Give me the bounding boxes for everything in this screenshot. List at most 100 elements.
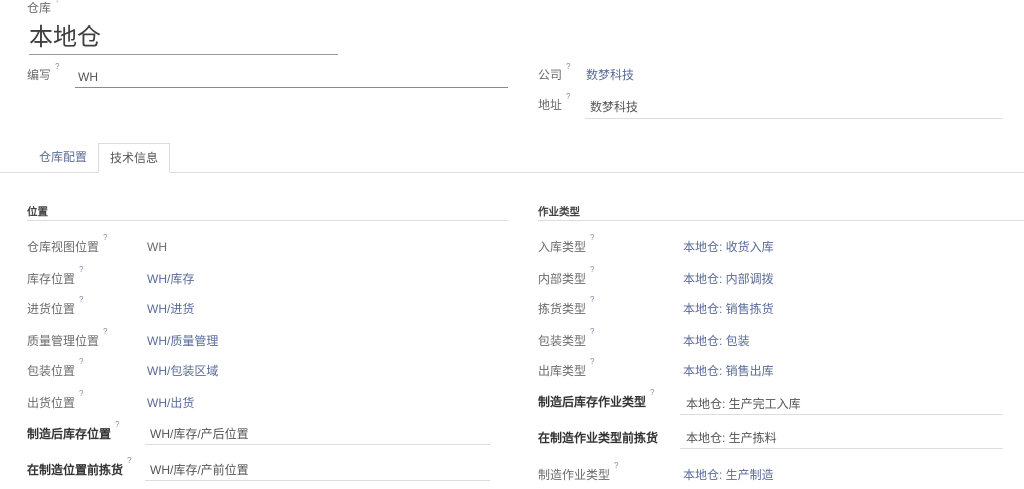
help-icon[interactable]: ? [590,265,594,274]
field-label: 内部类型 [538,272,587,286]
tab-warehouse-config[interactable]: 仓库配置 [28,143,98,173]
field-label-wrap: 拣货类型? [538,296,594,318]
field-label: 在制造作业类型前拣货 [538,431,659,445]
company-label: 公司? [538,63,570,83]
field-value-link[interactable]: 本地仓: 销售出库 [683,362,774,380]
field-label-wrap: 入库类型? [538,234,594,256]
help-icon[interactable]: ? [590,357,594,366]
field-label-wrap: 包装位置? [27,358,83,380]
field-row-stock-location: 库存位置? WH/库存 [27,266,508,288]
field-label: 制造后库存位置 [27,427,112,441]
field-row-pack-type: 包装类型? 本地仓: 包装 [538,328,1024,350]
field-label: 仓库视图位置 [27,240,100,254]
help-icon[interactable]: ? [79,357,83,366]
section-divider [27,220,508,221]
field-label: 质量管理位置 [27,334,100,348]
help-icon[interactable]: ? [103,233,107,242]
code-label-text: 编写 [27,68,52,82]
warehouse-name-input[interactable]: 本地仓 [29,23,338,55]
field-row-post-production-location: 制造后库存位置? WH/库存/产后位置 [27,421,508,445]
help-icon[interactable]: ? [590,233,594,242]
field-value-link[interactable]: WH/出货 [147,394,194,412]
help-icon[interactable]: ? [614,461,618,470]
company-label-text: 公司 [538,68,563,82]
help-icon[interactable]: ? [566,92,570,101]
pre-production-pick-type-input[interactable]: 本地仓: 生产拣料 [680,428,1003,449]
field-label-wrap: 制造后库存位置? [27,421,119,443]
post-production-location-input[interactable]: WH/库存/产后位置 [145,424,490,445]
help-icon[interactable]: ? [590,327,594,336]
field-row-internal-type: 内部类型? 本地仓: 内部调拨 [538,266,1024,288]
field-row-quality-location: 质量管理位置? WH/质量管理 [27,328,508,350]
help-icon[interactable]: ? [590,295,594,304]
field-label-wrap: 包装类型? [538,328,594,350]
address-label-text: 地址 [538,98,563,112]
field-value-link[interactable]: 本地仓: 包装 [683,332,750,350]
code-input[interactable]: WH [75,68,508,88]
section-title-locations: 位置 [27,206,48,218]
help-icon[interactable]: ? [55,62,59,71]
field-label: 出库类型 [538,364,587,378]
field-label: 包装类型 [538,334,587,348]
field-label-wrap: 出货位置? [27,390,83,412]
field-row-delivery-type: 出库类型? 本地仓: 销售出库 [538,358,1024,380]
field-row-output-location: 出货位置? WH/出货 [27,390,508,412]
help-icon[interactable]: ? [127,456,131,465]
warehouse-label: 仓库? [27,0,59,16]
field-row-input-location: 进货位置? WH/进货 [27,296,508,318]
field-value-link[interactable]: WH/库存 [147,270,194,288]
field-label: 拣货类型 [538,302,587,316]
help-icon[interactable]: ? [115,420,119,429]
field-label-wrap: 出库类型? [538,358,594,380]
field-label-wrap: 制造后库存作业类型? [538,389,654,411]
field-label-wrap: 进货位置? [27,296,83,318]
field-row-pre-production-location: 在制造位置前拣货? WH/库存/产前位置 [27,457,508,481]
field-label: 制造后库存作业类型 [538,395,647,409]
field-label: 包装位置 [27,364,76,378]
company-link[interactable]: 数梦科技 [586,67,634,83]
field-row-view-location: 仓库视图位置? WH [27,234,508,256]
field-label: 入库类型 [538,240,587,254]
field-label-wrap: 在制造作业类型前拣货 [538,429,658,447]
help-icon[interactable]: ? [79,295,83,304]
section-divider [538,220,1024,221]
field-row-manufacturing-type: 制造作业类型? 本地仓: 生产制造 [538,462,1024,484]
field-label: 在制造位置前拣货 [27,463,124,477]
address-label: 地址? [538,93,570,113]
field-label-wrap: 制造作业类型? [538,462,618,484]
warehouse-label-text: 仓库 [27,1,52,15]
field-row-pre-production-pick-type: 在制造作业类型前拣货 本地仓: 生产拣料 [538,428,1024,449]
field-value-link[interactable]: 本地仓: 生产制造 [683,466,774,484]
address-input[interactable]: 数梦科技 [585,98,1003,119]
field-row-packing-location: 包装位置? WH/包装区域 [27,358,508,380]
field-label: 库存位置 [27,272,76,286]
field-label-wrap: 仓库视图位置? [27,234,107,256]
field-label: 出货位置 [27,396,76,410]
field-row-pick-type: 拣货类型? 本地仓: 销售拣货 [538,296,1024,318]
pre-production-location-input[interactable]: WH/库存/产前位置 [145,460,490,481]
field-label-wrap: 内部类型? [538,266,594,288]
field-value: WH [147,240,167,254]
tab-technical-info[interactable]: 技术信息 [98,143,170,173]
field-value-link[interactable]: 本地仓: 销售拣货 [683,300,774,318]
field-value-link[interactable]: WH/质量管理 [147,332,218,350]
field-label: 制造作业类型 [538,468,611,482]
field-value-link[interactable]: 本地仓: 收货入库 [683,238,774,256]
help-icon[interactable]: ? [79,265,83,274]
field-label: 进货位置 [27,302,76,316]
help-icon[interactable]: ? [79,389,83,398]
help-icon[interactable]: ? [566,62,570,71]
post-production-type-input[interactable]: 本地仓: 生产完工入库 [680,394,1003,415]
field-label-wrap: 在制造位置前拣货? [27,457,131,479]
field-label-wrap: 库存位置? [27,266,83,288]
field-label-wrap: 质量管理位置? [27,328,107,350]
field-value-link[interactable]: WH/进货 [147,300,194,318]
code-label: 编写? [27,63,59,83]
help-icon[interactable]: ? [650,388,654,397]
help-icon[interactable]: ? [55,0,59,4]
field-row-receipt-type: 入库类型? 本地仓: 收货入库 [538,234,1024,256]
field-value-link[interactable]: WH/包装区域 [147,362,218,380]
field-value-link[interactable]: 本地仓: 内部调拨 [683,270,774,288]
field-row-post-production-type: 制造后库存作业类型? 本地仓: 生产完工入库 [538,389,1024,415]
help-icon[interactable]: ? [103,327,107,336]
